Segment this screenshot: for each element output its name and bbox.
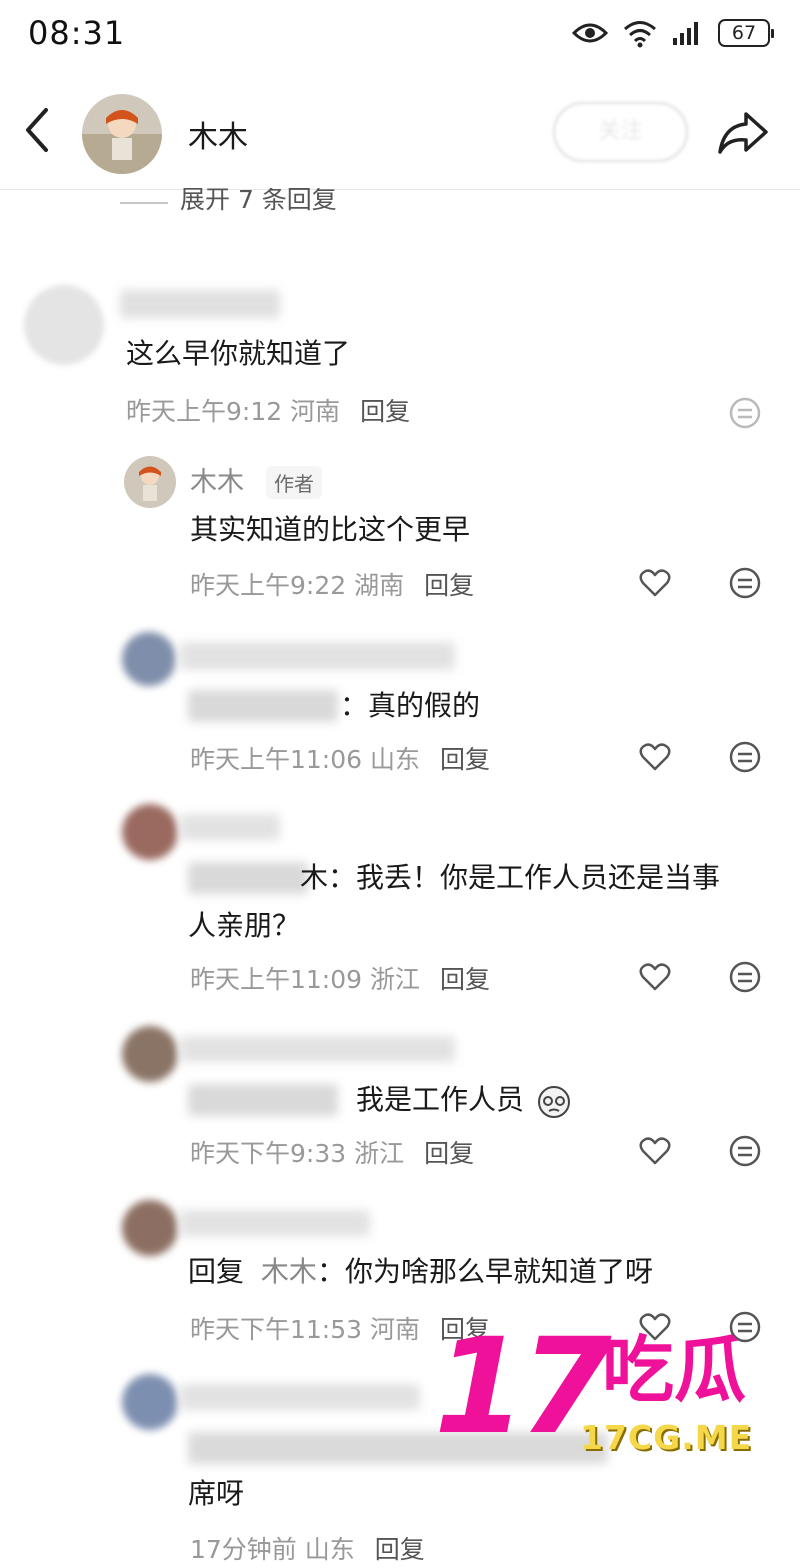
comment-text: 我是工作人员 [356, 1083, 525, 1116]
comment-text: 这么早你就知道了 [126, 337, 351, 370]
username-blurred [180, 1210, 370, 1236]
avatar[interactable] [122, 1374, 178, 1430]
reply-button[interactable]: 回复 [375, 1535, 425, 1564]
comment-time: 昨天上午9:12 [126, 397, 283, 426]
comment: 这么早你就知道了 昨天上午9:12 河南 回复 [0, 280, 800, 430]
reply-prefix: 回复 [188, 1255, 245, 1288]
reply-button[interactable]: 回复 [360, 397, 410, 426]
comment-time: 昨天下午11:53 [190, 1315, 363, 1344]
comment-meta: 昨天下午9:33 浙江 回复 [190, 1134, 474, 1170]
comment-location: 山东 [304, 1535, 355, 1564]
username-blurred [180, 1384, 420, 1410]
reply-target-blurred [188, 862, 308, 894]
comment: 木木 作者 其实知道的比这个更早 昨天上午9:22 湖南 回复 [0, 450, 800, 610]
heart-icon[interactable] [638, 566, 672, 600]
comment: ：真的假的 昨天上午11:06 山东 回复 [0, 628, 800, 788]
comment-time: 昨天下午9:33 [190, 1139, 347, 1168]
comment: 木：我丢！你是工作人员还是当事 人亲朋？ 昨天上午11:09 浙江 回复 [0, 800, 800, 1010]
heart-icon[interactable] [638, 960, 672, 994]
status-time: 08:31 [28, 14, 126, 52]
comment: 回复 木木：你为啥那么早就知道了呀 昨天下午11:53 河南 回复 [0, 1196, 800, 1356]
comment-time: 昨天上午11:09 [190, 965, 363, 994]
dislike-face-icon[interactable] [728, 396, 762, 430]
comment: 我是工作人员 昨天下午9:33 浙江 回复 [0, 1022, 800, 1182]
comment-text-line2: 人亲朋？ [188, 909, 301, 942]
avatar[interactable] [122, 1026, 178, 1082]
comment-text: ：真的假的 [340, 689, 481, 722]
avatar[interactable] [124, 456, 176, 508]
status-icons: 67 [572, 18, 774, 48]
username-blurred [180, 814, 280, 840]
share-icon [718, 112, 768, 154]
reply-button[interactable]: 回复 [424, 571, 474, 600]
comment-time: 17分钟前 [190, 1535, 297, 1564]
header: 木木 关注 [0, 72, 800, 190]
reply-target-blurred [188, 690, 338, 722]
expand-replies-link[interactable]: 展开 7 条回复 [120, 188, 337, 218]
comment-location: 浙江 [370, 965, 421, 994]
comment-text-blurred [188, 1432, 608, 1464]
dislike-face-icon[interactable] [728, 566, 762, 600]
emoji-icon [538, 1086, 570, 1118]
comment-meta: 昨天上午11:06 山东 回复 [190, 740, 490, 776]
comment-time: 昨天上午11:06 [190, 745, 363, 774]
back-icon [26, 108, 48, 152]
comment-meta: 17分钟前 山东 回复 [190, 1530, 425, 1566]
comment-meta: 昨天上午11:09 浙江 回复 [190, 960, 490, 996]
comment-location: 湖南 [354, 571, 405, 600]
comment: 席呀 17分钟前 山东 回复 [0, 1370, 800, 1568]
author-badge: 作者 [266, 466, 322, 499]
comment-text: 其实知道的比这个更早 [190, 513, 471, 546]
comment-text: 回复 木木：你为啥那么早就知道了呀 [188, 1248, 653, 1296]
wifi-icon [624, 21, 656, 48]
avatar[interactable] [122, 804, 178, 860]
avatar[interactable] [24, 285, 104, 365]
dislike-face-icon[interactable] [728, 740, 762, 774]
reply-button[interactable]: 回复 [440, 965, 490, 994]
avatar[interactable] [82, 94, 162, 174]
eye-icon [572, 23, 608, 43]
comment-text-line2: 席呀 [188, 1477, 245, 1510]
comment-meta: 昨天上午9:12 河南 回复 [126, 392, 410, 428]
expand-replies-label: 展开 7 条回复 [180, 188, 337, 214]
divider [120, 202, 168, 204]
comment-location: 山东 [370, 745, 421, 774]
avatar[interactable] [122, 632, 176, 686]
username-blurred [180, 1036, 455, 1062]
heart-icon[interactable] [638, 1134, 672, 1168]
comment-location: 河南 [290, 397, 341, 426]
comment-time: 昨天上午9:22 [190, 571, 347, 600]
reply-target-blurred [188, 1084, 338, 1116]
comment-meta: 昨天上午9:22 湖南 回复 [190, 566, 474, 602]
username-blurred [180, 642, 455, 670]
reply-button[interactable]: 回复 [440, 745, 490, 774]
dislike-face-icon[interactable] [728, 960, 762, 994]
comment-username[interactable]: 木木 [190, 460, 244, 499]
follow-button[interactable]: 关注 [553, 102, 688, 162]
avatar[interactable] [122, 1200, 178, 1256]
battery-icon: 67 [718, 19, 774, 47]
back-button[interactable] [18, 102, 60, 158]
dislike-face-icon[interactable] [728, 1310, 762, 1344]
dislike-face-icon[interactable] [728, 1134, 762, 1168]
share-button[interactable] [716, 108, 772, 158]
comment-location: 河南 [370, 1315, 421, 1344]
reply-button[interactable]: 回复 [440, 1315, 490, 1344]
comment-body: ：你为啥那么早就知道了呀 [316, 1255, 653, 1288]
heart-icon[interactable] [638, 1310, 672, 1344]
reply-button[interactable]: 回复 [424, 1139, 474, 1168]
status-bar: 08:31 67 [0, 0, 800, 72]
page-title: 木木 [188, 120, 248, 155]
username-blurred [120, 290, 280, 318]
comment-meta: 昨天下午11:53 河南 回复 [190, 1310, 490, 1346]
signal-icon [673, 22, 698, 45]
heart-icon[interactable] [638, 740, 672, 774]
reply-to-user[interactable]: 木木 [261, 1255, 317, 1288]
comment-location: 浙江 [354, 1139, 405, 1168]
comment-text: 木：我丢！你是工作人员还是当事 [300, 861, 721, 894]
